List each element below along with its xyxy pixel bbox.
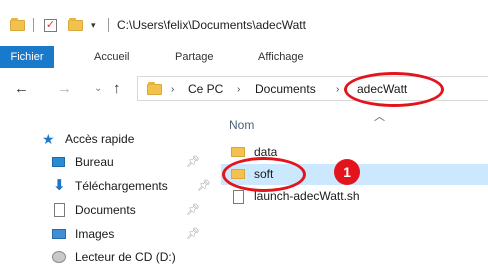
separator bbox=[33, 18, 34, 32]
nav-item-label: Bureau bbox=[75, 155, 114, 169]
folder-icon bbox=[10, 18, 25, 31]
pin-icon[interactable]: 📌︎ bbox=[186, 223, 200, 245]
tab-fichier[interactable]: Fichier bbox=[0, 46, 54, 68]
nav-item-quick-access[interactable]: ★ Accès rapide bbox=[28, 128, 208, 150]
cd-drive-icon bbox=[52, 251, 66, 263]
nav-item-label: Accès rapide bbox=[65, 132, 135, 146]
column-header-name[interactable]: Nom bbox=[229, 118, 254, 132]
tab-accueil[interactable]: Accueil bbox=[94, 46, 129, 68]
nav-item-documents[interactable]: Documents 📌︎ bbox=[40, 199, 200, 221]
nav-item-images[interactable]: Images 📌︎ bbox=[40, 223, 200, 245]
pin-icon[interactable]: 📌︎ bbox=[186, 199, 200, 221]
step-badge: 1 bbox=[334, 159, 360, 185]
new-folder-icon[interactable] bbox=[68, 18, 83, 31]
breadcrumb-separator-icon[interactable]: › bbox=[171, 77, 174, 102]
pin-icon[interactable]: 📌︎ bbox=[197, 175, 211, 197]
location-folder-icon bbox=[147, 82, 162, 95]
pictures-icon bbox=[52, 229, 66, 239]
breadcrumb-documents[interactable]: Documents bbox=[255, 77, 316, 102]
star-icon: ★ bbox=[42, 131, 55, 147]
download-arrow-icon: ⬇ bbox=[53, 177, 66, 194]
quick-access-dropdown-icon[interactable]: ▾ bbox=[91, 20, 96, 31]
highlight-circle-soft bbox=[222, 157, 306, 192]
desktop-icon bbox=[52, 157, 65, 167]
documents-icon bbox=[54, 203, 65, 217]
nav-item-cd-drive[interactable]: Lecteur de CD (D:) bbox=[40, 246, 210, 268]
title-bar: ✓ ▾ C:\Users\felix\Documents\adecWatt bbox=[0, 0, 488, 40]
breadcrumb-ce-pc[interactable]: Ce PC bbox=[188, 77, 223, 102]
nav-item-telechargements[interactable]: ⬇ Téléchargements 📌︎ bbox=[40, 175, 211, 197]
sort-chevron-icon[interactable]: ︿ bbox=[374, 108, 385, 124]
nav-item-label: Images bbox=[75, 227, 115, 241]
nav-item-label: Téléchargements bbox=[75, 179, 168, 193]
nav-item-bureau[interactable]: Bureau 📌︎ bbox=[40, 151, 200, 173]
forward-arrow-icon[interactable]: → bbox=[57, 72, 72, 106]
nav-item-label: Documents bbox=[75, 203, 136, 217]
window-title-path: C:\Users\felix\Documents\adecWatt bbox=[117, 18, 306, 32]
tab-affichage[interactable]: Affichage bbox=[258, 46, 304, 68]
separator bbox=[108, 18, 109, 32]
highlight-circle-address bbox=[344, 72, 444, 107]
folder-icon bbox=[231, 147, 245, 157]
recent-locations-chevron-icon[interactable]: ⌄ bbox=[94, 72, 102, 106]
tab-partage[interactable]: Partage bbox=[175, 46, 214, 68]
pin-icon[interactable]: 📌︎ bbox=[186, 151, 200, 173]
file-icon bbox=[233, 190, 244, 204]
breadcrumb-separator-icon[interactable]: › bbox=[237, 77, 240, 102]
breadcrumb-separator-icon[interactable]: › bbox=[336, 77, 339, 102]
up-arrow-icon[interactable]: ↑ bbox=[113, 72, 121, 106]
back-arrow-icon[interactable]: ← bbox=[14, 72, 29, 106]
nav-item-label: Lecteur de CD (D:) bbox=[75, 250, 176, 264]
properties-icon[interactable]: ✓ bbox=[44, 19, 57, 32]
